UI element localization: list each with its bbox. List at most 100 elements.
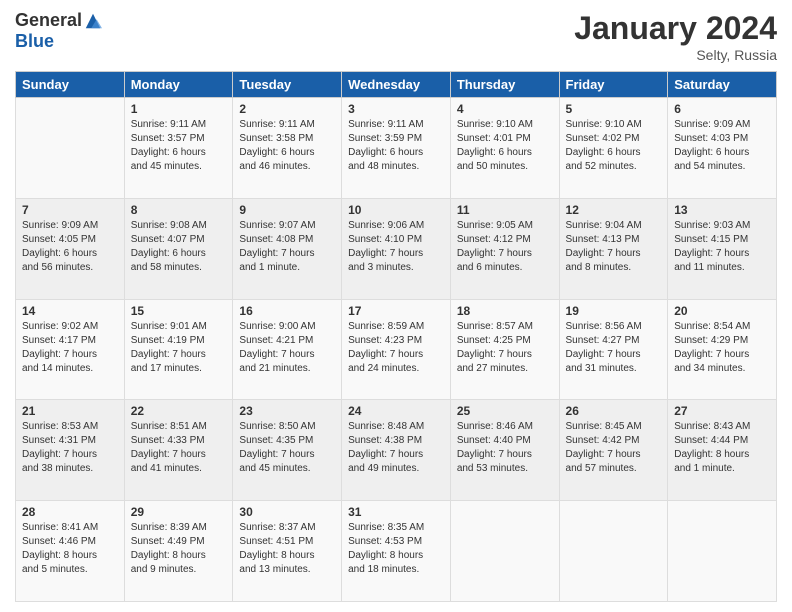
calendar-cell: 13Sunrise: 9:03 AM Sunset: 4:15 PM Dayli… [668, 198, 777, 299]
logo-general-text: General [15, 10, 82, 31]
day-info: Sunrise: 8:45 AM Sunset: 4:42 PM Dayligh… [566, 420, 662, 476]
calendar-cell: 14 Sunrise: 9:02 AM Sunset: 4:17 PM Dayli… [16, 299, 125, 400]
calendar-cell: 15 Sunrise: 9:01 AM Sunset: 4:19 PM Dayli… [124, 299, 233, 400]
day-info: Sunrise: 9:09 AM Sunset: 4:03 PM Dayligh… [674, 118, 770, 174]
day-info: Sunrise: 9:04 AM Sunset: 4:13 PM Dayligh… [566, 219, 662, 275]
day-info: Sunrise: 9:10 AM Sunset: 4:01 PM Dayligh… [457, 118, 553, 174]
logo-blue-text: Blue [15, 31, 54, 52]
day-number: 22 [131, 404, 227, 418]
calendar-cell [16, 98, 125, 199]
day-info: Sunrise: 9:10 AM Sunset: 4:02 PM Dayligh… [566, 118, 662, 174]
day-number: 17 [348, 304, 444, 318]
day-number: 30 [239, 505, 335, 519]
calendar-cell: 5 Sunrise: 9:10 AM Sunset: 4:02 PM Daylig… [559, 98, 668, 199]
day-info: Sunrise: 8:46 AM Sunset: 4:40 PM Dayligh… [457, 420, 553, 476]
day-info: Sunrise: 8:39 AM Sunset: 4:49 PM Dayligh… [131, 521, 227, 577]
calendar-cell: 11 Sunrise: 9:05 AM Sunset: 4:12 PM Dayli… [450, 198, 559, 299]
location: Selty, Russia [574, 47, 777, 63]
day-info: Sunrise: 9:06 AM Sunset: 4:10 PM Dayligh… [348, 219, 444, 275]
day-info: Sunrise: 8:54 AM Sunset: 4:29 PM Dayligh… [674, 320, 770, 376]
day-number: 25 [457, 404, 553, 418]
day-number: 31 [348, 505, 444, 519]
day-number: 12 [566, 203, 662, 217]
day-number: 11 [457, 203, 553, 217]
day-of-week-header: Monday [124, 72, 233, 98]
calendar-cell: 25 Sunrise: 8:46 AM Sunset: 4:40 PM Dayli… [450, 400, 559, 501]
main-container: General Blue January 2024 Selty, Russia … [0, 0, 792, 612]
day-info: Sunrise: 9:11 AM Sunset: 3:57 PM Dayligh… [131, 118, 227, 174]
month-title: January 2024 [574, 10, 777, 47]
day-info: Sunrise: 8:59 AM Sunset: 4:23 PM Dayligh… [348, 320, 444, 376]
day-number: 23 [239, 404, 335, 418]
day-info: Sunrise: 9:09 AM Sunset: 4:05 PM Dayligh… [22, 219, 118, 275]
logo-icon [84, 12, 102, 30]
day-number: 4 [457, 102, 553, 116]
day-number: 2 [239, 102, 335, 116]
calendar-cell: 10 Sunrise: 9:06 AM Sunset: 4:10 PM Dayli… [342, 198, 451, 299]
day-number: 3 [348, 102, 444, 116]
calendar-table: SundayMondayTuesdayWednesdayThursdayFrid… [15, 71, 777, 602]
day-number: 27 [674, 404, 770, 418]
day-number: 10 [348, 203, 444, 217]
calendar-cell [668, 501, 777, 602]
day-number: 9 [239, 203, 335, 217]
calendar-cell: 1 Sunrise: 9:11 AM Sunset: 3:57 PM Daylig… [124, 98, 233, 199]
day-info: Sunrise: 8:48 AM Sunset: 4:38 PM Dayligh… [348, 420, 444, 476]
day-info: Sunrise: 8:35 AM Sunset: 4:53 PM Dayligh… [348, 521, 444, 577]
day-info: Sunrise: 9:02 AM Sunset: 4:17 PM Dayligh… [22, 320, 118, 376]
calendar-cell: 28 Sunrise: 8:41 AM Sunset: 4:46 PM Dayli… [16, 501, 125, 602]
day-of-week-header: Sunday [16, 72, 125, 98]
calendar-cell: 30 Sunrise: 8:37 AM Sunset: 4:51 PM Dayli… [233, 501, 342, 602]
header: General Blue January 2024 Selty, Russia [15, 10, 777, 63]
calendar-cell: 7Sunrise: 9:09 AM Sunset: 4:05 PM Daylig… [16, 198, 125, 299]
day-number: 14 [22, 304, 118, 318]
day-info: Sunrise: 8:43 AM Sunset: 4:44 PM Dayligh… [674, 420, 770, 476]
day-of-week-header: Saturday [668, 72, 777, 98]
day-number: 20 [674, 304, 770, 318]
day-info: Sunrise: 8:37 AM Sunset: 4:51 PM Dayligh… [239, 521, 335, 577]
calendar-cell: 26 Sunrise: 8:45 AM Sunset: 4:42 PM Dayli… [559, 400, 668, 501]
calendar-week-row: 21 Sunrise: 8:53 AM Sunset: 4:31 PM Dayli… [16, 400, 777, 501]
day-number: 6 [674, 102, 770, 116]
calendar-cell: 17 Sunrise: 8:59 AM Sunset: 4:23 PM Dayli… [342, 299, 451, 400]
calendar-cell: 12 Sunrise: 9:04 AM Sunset: 4:13 PM Dayli… [559, 198, 668, 299]
calendar-cell: 3 Sunrise: 9:11 AM Sunset: 3:59 PM Daylig… [342, 98, 451, 199]
day-info: Sunrise: 8:51 AM Sunset: 4:33 PM Dayligh… [131, 420, 227, 476]
logo: General Blue [15, 10, 102, 52]
day-info: Sunrise: 9:11 AM Sunset: 3:59 PM Dayligh… [348, 118, 444, 174]
day-of-week-header: Tuesday [233, 72, 342, 98]
calendar-cell: 22 Sunrise: 8:51 AM Sunset: 4:33 PM Dayli… [124, 400, 233, 501]
day-number: 1 [131, 102, 227, 116]
calendar-cell: 27 Sunrise: 8:43 AM Sunset: 4:44 PM Dayli… [668, 400, 777, 501]
day-number: 26 [566, 404, 662, 418]
day-number: 29 [131, 505, 227, 519]
calendar-cell: 23 Sunrise: 8:50 AM Sunset: 4:35 PM Dayli… [233, 400, 342, 501]
day-info: Sunrise: 9:05 AM Sunset: 4:12 PM Dayligh… [457, 219, 553, 275]
day-info: Sunrise: 8:50 AM Sunset: 4:35 PM Dayligh… [239, 420, 335, 476]
day-number: 21 [22, 404, 118, 418]
day-info: Sunrise: 9:01 AM Sunset: 4:19 PM Dayligh… [131, 320, 227, 376]
calendar-header-row: SundayMondayTuesdayWednesdayThursdayFrid… [16, 72, 777, 98]
day-number: 24 [348, 404, 444, 418]
day-number: 19 [566, 304, 662, 318]
day-number: 5 [566, 102, 662, 116]
calendar-cell: 19 Sunrise: 8:56 AM Sunset: 4:27 PM Dayli… [559, 299, 668, 400]
calendar-week-row: 14 Sunrise: 9:02 AM Sunset: 4:17 PM Dayli… [16, 299, 777, 400]
calendar-cell: 31 Sunrise: 8:35 AM Sunset: 4:53 PM Dayli… [342, 501, 451, 602]
day-info: Sunrise: 8:53 AM Sunset: 4:31 PM Dayligh… [22, 420, 118, 476]
day-info: Sunrise: 9:07 AM Sunset: 4:08 PM Dayligh… [239, 219, 335, 275]
day-number: 28 [22, 505, 118, 519]
calendar-cell: 8Sunrise: 9:08 AM Sunset: 4:07 PM Daylig… [124, 198, 233, 299]
day-number: 18 [457, 304, 553, 318]
calendar-week-row: 1 Sunrise: 9:11 AM Sunset: 3:57 PM Daylig… [16, 98, 777, 199]
calendar-cell [559, 501, 668, 602]
calendar-week-row: 7Sunrise: 9:09 AM Sunset: 4:05 PM Daylig… [16, 198, 777, 299]
day-info: Sunrise: 9:08 AM Sunset: 4:07 PM Dayligh… [131, 219, 227, 275]
day-number: 16 [239, 304, 335, 318]
calendar-cell: 4 Sunrise: 9:10 AM Sunset: 4:01 PM Daylig… [450, 98, 559, 199]
day-number: 15 [131, 304, 227, 318]
day-info: Sunrise: 8:41 AM Sunset: 4:46 PM Dayligh… [22, 521, 118, 577]
day-info: Sunrise: 8:56 AM Sunset: 4:27 PM Dayligh… [566, 320, 662, 376]
day-info: Sunrise: 8:57 AM Sunset: 4:25 PM Dayligh… [457, 320, 553, 376]
day-of-week-header: Thursday [450, 72, 559, 98]
